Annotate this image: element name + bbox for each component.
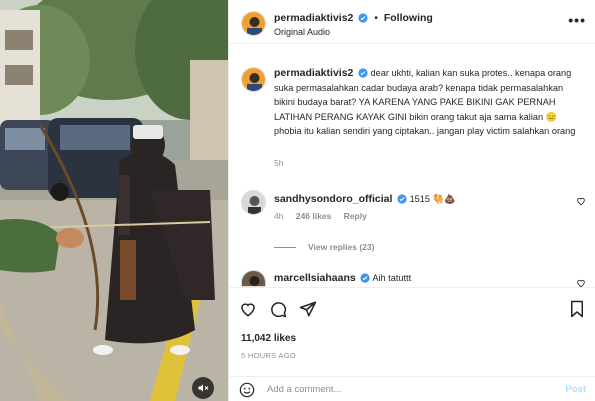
comment-input[interactable] xyxy=(267,382,547,397)
comment-text-line: marcellsiahaans Aih tatuttt xyxy=(274,272,411,284)
paper-plane-icon[interactable] xyxy=(299,300,317,318)
bookmark-icon[interactable] xyxy=(569,300,585,318)
header-line: permadiaktivis2 • Following xyxy=(274,12,433,24)
separator-dot: • xyxy=(374,12,378,24)
comment-meta: 4h 246 likes Reply xyxy=(274,211,377,221)
author-username[interactable]: permadiaktivis2 xyxy=(274,12,353,24)
post-comment-button[interactable]: Post xyxy=(565,384,586,395)
caption-timestamp: 5h xyxy=(274,158,284,168)
more-options-button[interactable]: ••• xyxy=(568,12,586,28)
heart-icon[interactable] xyxy=(239,300,257,318)
post-actions: 11,042 likes 5 HOURS AGO xyxy=(229,287,595,367)
caption-text-block: permadiaktivis2 dear ukhti, kalian kan s… xyxy=(274,66,586,139)
view-replies-button[interactable]: View replies (23) xyxy=(274,242,374,252)
verified-badge-icon xyxy=(358,68,368,78)
following-button[interactable]: Following xyxy=(384,12,433,24)
verified-badge-icon xyxy=(358,13,368,23)
commenter-username[interactable]: marcellsiahaans xyxy=(274,272,356,284)
audio-label[interactable]: Original Audio xyxy=(274,27,330,37)
smiley-icon[interactable] xyxy=(239,382,255,398)
comment-text: Aih tatuttt xyxy=(372,273,412,283)
likes-count[interactable]: 11,042 likes xyxy=(241,333,296,344)
verified-badge-icon xyxy=(360,273,370,283)
commenter-avatar[interactable] xyxy=(241,270,266,287)
video-frame xyxy=(0,0,228,401)
video-player[interactable] xyxy=(0,0,228,401)
author-avatar[interactable] xyxy=(241,11,266,36)
speaker-muted-icon xyxy=(198,384,209,392)
post-panel: permadiaktivis2 • Following Original Aud… xyxy=(228,0,595,401)
commenter-avatar[interactable] xyxy=(241,190,266,215)
reply-button[interactable]: Reply xyxy=(344,211,367,221)
commenter-username[interactable]: sandhysondoro_official xyxy=(274,193,392,205)
post-header: permadiaktivis2 • Following Original Aud… xyxy=(229,0,595,44)
comment-text: 1515 🐫💩 xyxy=(409,194,456,204)
comment-bubble-icon[interactable] xyxy=(269,300,287,318)
mute-button[interactable] xyxy=(192,377,214,399)
caption-author-username[interactable]: permadiaktivis2 xyxy=(274,67,353,79)
comment-like-heart-icon[interactable] xyxy=(576,196,586,206)
comment-timestamp: 4h xyxy=(274,211,284,221)
verified-badge-icon xyxy=(397,194,407,204)
add-comment-bar: Post xyxy=(229,376,595,401)
post-timestamp: 5 HOURS AGO xyxy=(241,351,296,360)
comment-text-line: sandhysondoro_official 1515 🐫💩 xyxy=(274,193,455,205)
caption-author-avatar[interactable] xyxy=(241,67,266,92)
comment-likes[interactable]: 246 likes xyxy=(296,211,331,221)
